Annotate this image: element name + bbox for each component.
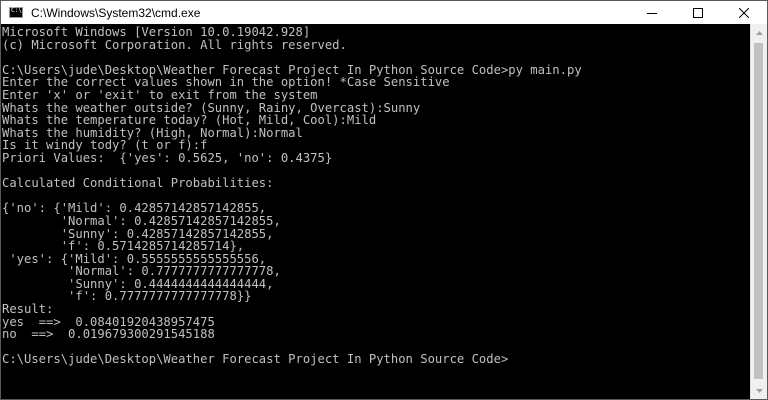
vertical-scrollbar[interactable] <box>750 24 767 399</box>
maximize-button[interactable] <box>675 1 721 24</box>
minimize-icon <box>647 12 657 14</box>
console-line: (c) Microsoft Corporation. All rights re… <box>2 37 347 52</box>
chevron-up-icon <box>755 30 763 35</box>
console-output[interactable]: Microsoft Windows [Version 10.0.19042.92… <box>1 24 750 399</box>
console-line: 'Normal': 0.42857142857142855, <box>2 213 281 228</box>
close-icon <box>739 7 749 18</box>
scroll-up-button[interactable] <box>751 24 767 41</box>
title-bar[interactable]: C:\Windows\System32\cmd.exe <box>1 1 767 24</box>
console-line: Microsoft Windows [Version 10.0.19042.92… <box>2 25 311 39</box>
console-line: Result: <box>2 302 54 317</box>
console-line: Priori Values: {'yes': 0.5625, 'no': 0.4… <box>2 150 333 165</box>
cmd-window: C:\Windows\System32\cmd.exe Microsoft Wi… <box>0 0 768 400</box>
maximize-icon <box>693 7 703 18</box>
console-line: C:\Users\jude\Desktop\Weather Forecast P… <box>2 352 509 367</box>
console-line: Enter 'x' or 'exit' to exit from the sys… <box>2 87 318 102</box>
close-button[interactable] <box>721 1 767 24</box>
scroll-thumb[interactable] <box>754 43 763 379</box>
console-line: 'Normal': 0.7777777777777778, <box>2 264 281 279</box>
console-line: 'f': 0.5714285714285714}, <box>2 239 245 254</box>
console-line: no ==> 0.019679300291545188 <box>2 327 215 342</box>
window-controls <box>629 1 767 24</box>
minimize-button[interactable] <box>629 1 675 24</box>
console-line: Whats the temperature today? (Hot, Mild,… <box>2 113 377 128</box>
console-line: Calculated Conditional Probabilities: <box>2 176 274 191</box>
chevron-down-icon <box>755 388 763 393</box>
console-line: 'f': 0.7777777777777778}} <box>2 289 252 304</box>
cmd-icon[interactable] <box>9 7 23 18</box>
scroll-down-button[interactable] <box>751 382 767 399</box>
window-title: C:\Windows\System32\cmd.exe <box>31 5 201 20</box>
